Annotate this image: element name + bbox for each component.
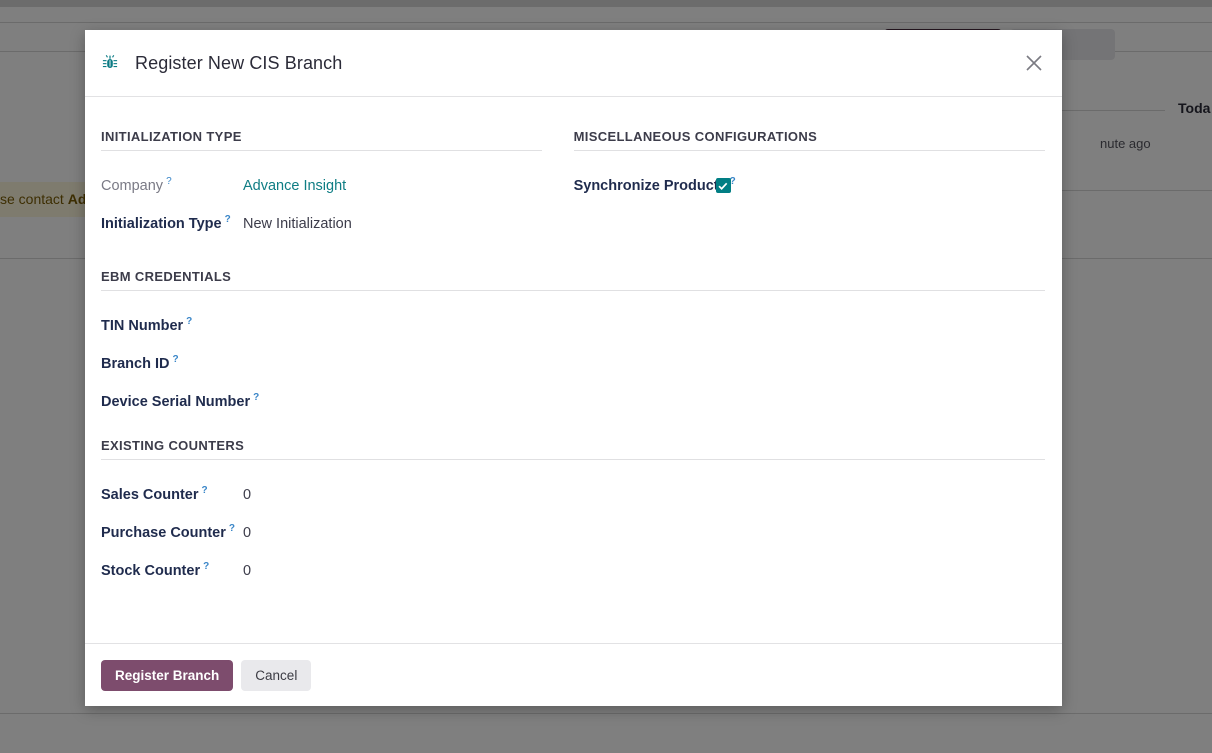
field-initialization-type: Initialization Type? New Initialization: [101, 214, 542, 235]
field-label-initialization-type: Initialization Type?: [101, 214, 243, 232]
register-cis-branch-dialog: Register New CIS Branch INITIALIZATION T…: [85, 30, 1062, 706]
field-value-sales-counter[interactable]: 0: [243, 487, 251, 503]
label-text: Initialization Type: [101, 215, 222, 232]
label-text: Device Serial Number: [101, 393, 251, 410]
dialog-footer: Register Branch Cancel: [85, 643, 1062, 706]
field-label-synchronize-products: Synchronize Products?: [574, 176, 736, 194]
field-value-stock-counter[interactable]: 0: [243, 563, 251, 579]
register-branch-button[interactable]: Register Branch: [101, 659, 234, 691]
tooltip-icon[interactable]: ?: [166, 176, 172, 187]
field-branch-id: Branch ID?: [101, 354, 1045, 375]
dialog-header: Register New CIS Branch: [85, 30, 1062, 97]
field-value-synchronize-products: [715, 176, 731, 194]
label-text: Purchase Counter: [101, 524, 226, 541]
field-device-serial-number: Device Serial Number?: [101, 392, 1045, 413]
tooltip-icon[interactable]: ?: [202, 485, 208, 496]
field-label-company: Company?: [101, 176, 243, 194]
field-stock-counter: Stock Counter? 0: [101, 561, 1045, 582]
field-value-company[interactable]: Advance Insight: [243, 178, 346, 194]
label-text: Sales Counter: [101, 486, 199, 503]
field-label-purchase-counter: Purchase Counter?: [101, 523, 243, 541]
tooltip-icon[interactable]: ?: [730, 176, 736, 187]
field-company: Company? Advance Insight: [101, 176, 542, 197]
label-text: Synchronize Products: [573, 177, 727, 194]
label-text: Company: [101, 177, 164, 194]
ebm-credentials-section: EBM CREDENTIALS TIN Number? Branch ID? D…: [101, 269, 1045, 413]
dialog-title: Register New CIS Branch: [135, 52, 343, 73]
field-purchase-counter: Purchase Counter? 0: [101, 523, 1045, 544]
tooltip-icon[interactable]: ?: [225, 214, 231, 225]
section-heading-existing-counters: EXISTING COUNTERS: [101, 438, 1045, 460]
section-heading-ebm-credentials: EBM CREDENTIALS: [101, 269, 1045, 291]
field-label-tin-number: TIN Number?: [101, 316, 243, 334]
cancel-button[interactable]: Cancel: [241, 659, 312, 691]
section-heading-miscellaneous-configurations: MISCELLANEOUS CONFIGURATIONS: [573, 129, 1045, 151]
field-label-sales-counter: Sales Counter?: [101, 485, 243, 503]
bug-icon: [101, 54, 119, 72]
top-columns: INITIALIZATION TYPE Company? Advance Ins…: [101, 129, 1045, 252]
existing-counters-section: EXISTING COUNTERS Sales Counter? 0 Purch…: [101, 438, 1045, 582]
label-text: Branch ID: [101, 355, 170, 372]
field-sales-counter: Sales Counter? 0: [101, 485, 1045, 506]
field-label-branch-id: Branch ID?: [101, 354, 243, 372]
field-value-initialization-type[interactable]: New Initialization: [243, 216, 352, 232]
tooltip-icon[interactable]: ?: [253, 392, 259, 403]
close-icon[interactable]: [1019, 48, 1049, 78]
dialog-body: INITIALIZATION TYPE Company? Advance Ins…: [85, 97, 1062, 643]
label-text: TIN Number: [101, 317, 184, 334]
field-tin-number: TIN Number?: [101, 316, 1045, 337]
tooltip-icon[interactable]: ?: [229, 523, 235, 534]
tooltip-icon[interactable]: ?: [173, 354, 179, 365]
initialization-type-section: INITIALIZATION TYPE Company? Advance Ins…: [101, 129, 574, 252]
tooltip-icon[interactable]: ?: [186, 316, 192, 327]
field-label-stock-counter: Stock Counter?: [101, 561, 243, 579]
field-synchronize-products: Synchronize Products?: [574, 176, 1045, 197]
synchronize-products-checkbox[interactable]: [715, 178, 731, 194]
label-text: Stock Counter: [101, 562, 201, 579]
field-value-purchase-counter[interactable]: 0: [243, 525, 251, 541]
tooltip-icon[interactable]: ?: [203, 561, 209, 572]
field-label-device-serial-number: Device Serial Number?: [101, 392, 259, 410]
section-heading-initialization-type: INITIALIZATION TYPE: [101, 129, 542, 151]
miscellaneous-configurations-section: MISCELLANEOUS CONFIGURATIONS Synchronize…: [573, 129, 1045, 252]
